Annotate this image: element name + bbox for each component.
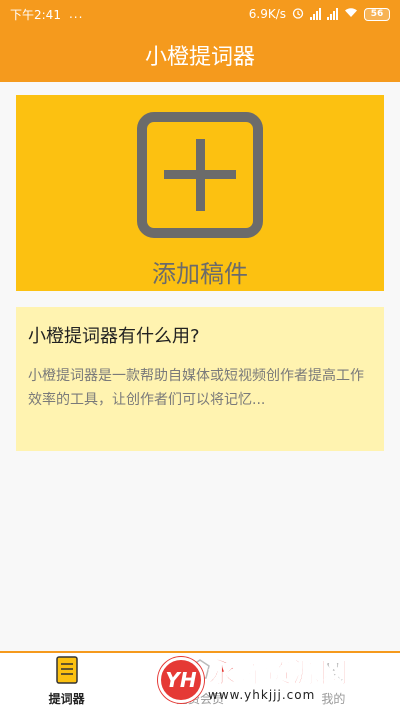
notification-dots: ... bbox=[68, 7, 84, 21]
add-manuscript-label: 添加稿件 bbox=[152, 260, 248, 288]
battery-icon: 56 bbox=[364, 7, 390, 21]
app-header: 小橙提词器 bbox=[0, 28, 400, 82]
nav-item-teleprompter[interactable]: 提词器 bbox=[0, 653, 133, 711]
alarm-icon bbox=[292, 7, 304, 22]
nav-label-teleprompter: 提词器 bbox=[48, 692, 85, 706]
info-body: 小橙提词器是一款帮助自媒体或短视频创作者提高工作效率的工具，让创作者们可以将记忆… bbox=[28, 368, 364, 408]
status-time: 下午2:41 bbox=[10, 7, 61, 22]
watermark-name: 永辉资源网 bbox=[207, 656, 349, 689]
plus-square-icon bbox=[137, 112, 263, 242]
status-bar: 下午2:41 ... 6.9K/s 56 bbox=[0, 0, 400, 28]
watermark-url: www.yhkjjj.com bbox=[208, 688, 316, 702]
page-title: 小橙提词器 bbox=[144, 45, 255, 70]
signal-icon-2 bbox=[327, 8, 338, 20]
watermark-logo: YH bbox=[158, 657, 204, 703]
network-speed: 6.9K/s bbox=[248, 7, 286, 21]
info-title: 小橙提词器有什么用? bbox=[28, 326, 200, 347]
watermark: YH 永辉资源网 www.yhkjjj.com bbox=[158, 652, 400, 708]
info-card[interactable]: 小橙提词器有什么用? 小橙提词器是一款帮助自媒体或短视频创作者提高工作效率的工具… bbox=[16, 307, 384, 451]
signal-icon bbox=[310, 8, 321, 20]
add-manuscript-button[interactable]: 添加稿件 bbox=[16, 95, 384, 291]
wifi-icon bbox=[344, 7, 358, 21]
document-icon bbox=[55, 656, 78, 684]
